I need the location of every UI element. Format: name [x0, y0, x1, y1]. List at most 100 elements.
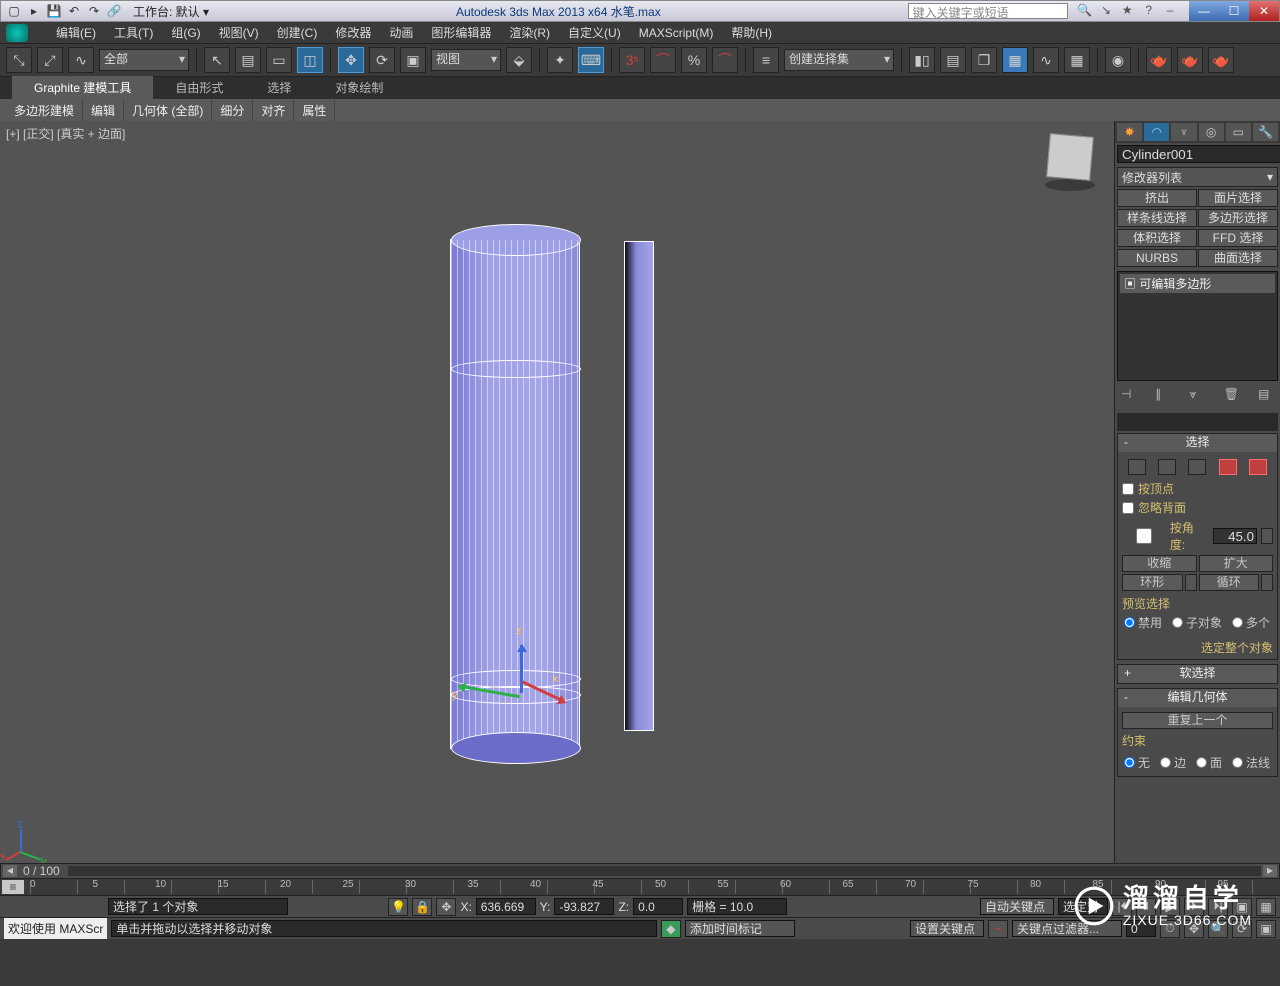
y-coord-input[interactable]: -93.827	[554, 898, 614, 915]
snap-toggle-icon[interactable]: 3ˢ	[619, 47, 645, 73]
frame-input[interactable]: 0	[1126, 920, 1156, 937]
radio-face[interactable]	[1196, 757, 1207, 768]
menu-customize[interactable]: 自定义(U)	[560, 22, 629, 43]
qbtn-extrude[interactable]: 挤出	[1117, 189, 1197, 207]
ribbon-properties[interactable]: 属性	[294, 100, 335, 121]
play-fwd-icon[interactable]: ⏵	[1184, 898, 1204, 916]
selection-lock[interactable]: 选定对	[1058, 898, 1108, 915]
close-button[interactable]: ✕	[1249, 1, 1279, 21]
star-icon[interactable]: ★	[1118, 3, 1136, 19]
play-prev-icon[interactable]: |⏴	[1112, 898, 1132, 916]
radio-normal[interactable]	[1232, 757, 1243, 768]
rollout-soft-header[interactable]: +软选择	[1118, 665, 1277, 683]
render-icon[interactable]: 🫖	[1208, 47, 1234, 73]
link-tool-icon[interactable]: ⤡	[6, 47, 32, 73]
arrow-icon[interactable]: ↘	[1097, 3, 1115, 19]
selection-filter-dropdown[interactable]: 全部	[99, 49, 189, 71]
ribbon-poly-modeling[interactable]: 多边形建模	[6, 100, 83, 121]
loop-button[interactable]: 循环	[1199, 574, 1260, 591]
ribbon-tab-paint[interactable]: 对象绘制	[313, 76, 405, 99]
ribbon-align[interactable]: 对齐	[253, 100, 294, 121]
timeline-config-icon[interactable]: ≡	[2, 880, 24, 894]
remove-mod-icon[interactable]: 🗑	[1224, 387, 1240, 403]
ribbon-tab-selection[interactable]: 选择	[245, 76, 313, 99]
undo-icon[interactable]: ↶	[65, 3, 83, 19]
named-selection-dropdown[interactable]: 创建选择集	[784, 49, 894, 71]
keyboard-shortcut-icon[interactable]: ⌨	[578, 47, 604, 73]
qbtn-nurbs[interactable]: NURBS	[1117, 249, 1197, 267]
menu-maxscript[interactable]: MAXScript(M)	[631, 24, 722, 42]
qbtn-vol-sel[interactable]: 体积选择	[1117, 229, 1197, 247]
help-icon[interactable]: ?	[1140, 3, 1158, 19]
pin-stack-icon[interactable]: ⊣	[1121, 387, 1137, 403]
key-mode-icon[interactable]: ~	[988, 920, 1008, 938]
search-icon[interactable]: 🔍	[1076, 3, 1094, 19]
radio-none[interactable]	[1124, 757, 1135, 768]
comm-center-icon[interactable]: ◆	[661, 920, 681, 938]
object-name-input[interactable]	[1117, 145, 1280, 163]
redo-icon[interactable]: ↷	[85, 3, 103, 19]
spinner-arrows-icon[interactable]	[1261, 528, 1273, 544]
scroll-right-icon[interactable]: ▸	[1263, 865, 1277, 877]
nav-max-icon[interactable]: ▣	[1256, 920, 1276, 938]
scene-object-cylinder[interactable]: z y x	[430, 221, 630, 781]
scroll-track[interactable]	[68, 866, 1261, 876]
abs-rel-icon[interactable]: ✥	[436, 898, 456, 916]
window-crossing-icon[interactable]: ◫	[297, 47, 323, 73]
rollout-selection-header[interactable]: -选择	[1118, 434, 1277, 452]
lock-sel-icon[interactable]: 💡	[388, 898, 408, 916]
ring-button[interactable]: 环形	[1122, 574, 1183, 591]
viewport-hscroll[interactable]: ◂ 0 / 100 ▸	[0, 863, 1280, 879]
move-tool-icon[interactable]: ✥	[338, 47, 364, 73]
ribbon-tab-freeform[interactable]: 自由形式	[153, 76, 245, 99]
qbtn-spline-sel[interactable]: 样条线选择	[1117, 209, 1197, 227]
tab-motion-icon[interactable]: ◎	[1199, 123, 1224, 141]
menu-help[interactable]: 帮助(H)	[723, 22, 780, 43]
material-editor-icon[interactable]: ◉	[1105, 47, 1131, 73]
shrink-button[interactable]: 收缩	[1122, 555, 1197, 572]
chk-by-vertex[interactable]	[1122, 483, 1134, 495]
radio-subobj[interactable]	[1172, 617, 1183, 628]
ribbon-subdiv[interactable]: 细分	[212, 100, 253, 121]
qbtn-poly-sel[interactable]: 多边形选择	[1198, 209, 1278, 227]
show-end-icon[interactable]: ∥	[1155, 387, 1171, 403]
tab-utilities-icon[interactable]: 🔧	[1253, 123, 1278, 141]
new-icon[interactable]: ▢	[5, 3, 23, 19]
nav-orbit-icon[interactable]: ⟳	[1232, 920, 1252, 938]
minimize-button[interactable]: —	[1189, 1, 1219, 21]
render-frame-icon[interactable]: 🫖	[1177, 47, 1203, 73]
sub-vertex-icon[interactable]	[1128, 459, 1146, 475]
auto-key-button[interactable]: 自动关键点	[980, 898, 1054, 915]
key-filter-button[interactable]: 关键点过滤器...	[1012, 920, 1122, 937]
select-name-icon[interactable]: ▤	[235, 47, 261, 73]
maximize-button[interactable]: ☐	[1219, 1, 1249, 21]
dash-icon[interactable]: –	[1161, 3, 1179, 19]
qbtn-surf-sel[interactable]: 曲面选择	[1198, 249, 1278, 267]
percent-snap-icon[interactable]: %	[681, 47, 707, 73]
manipulate-icon[interactable]: ✦	[547, 47, 573, 73]
tab-hierarchy-icon[interactable]: ♆	[1171, 123, 1196, 141]
angle-spinner[interactable]	[1213, 528, 1257, 544]
select-icon[interactable]: ↖	[204, 47, 230, 73]
lock-icon[interactable]: 🔒	[412, 898, 432, 916]
select-region-icon[interactable]: ▭	[266, 47, 292, 73]
play-back-icon[interactable]: ⏴	[1136, 898, 1156, 916]
rollout-editgeo-header[interactable]: -编辑几何体	[1118, 689, 1277, 707]
time-config-icon[interactable]: ⏱	[1160, 920, 1180, 938]
menu-create[interactable]: 创建(C)	[269, 22, 326, 43]
menu-group[interactable]: 组(G)	[163, 22, 208, 43]
menu-tools[interactable]: 工具(T)	[106, 22, 161, 43]
sub-border-icon[interactable]	[1188, 459, 1206, 475]
bind-tool-icon[interactable]: ∿	[68, 47, 94, 73]
menu-modifiers[interactable]: 修改器	[327, 22, 379, 43]
ribbon-geometry[interactable]: 几何体 (全部)	[124, 100, 212, 121]
menu-rendering[interactable]: 渲染(R)	[501, 22, 558, 43]
help-search-input[interactable]: 键入关键字或短语	[908, 3, 1068, 19]
isolate-icon[interactable]: ▣	[1232, 898, 1252, 916]
align-icon[interactable]: ▤	[940, 47, 966, 73]
qbtn-patch-sel[interactable]: 面片选择	[1198, 189, 1278, 207]
curve-editor-icon[interactable]: ∿	[1033, 47, 1059, 73]
ribbon-toggle-icon[interactable]: ▦	[1002, 47, 1028, 73]
named-sels-icon[interactable]: ≡	[753, 47, 779, 73]
tab-create-icon[interactable]: ✸	[1117, 123, 1142, 141]
